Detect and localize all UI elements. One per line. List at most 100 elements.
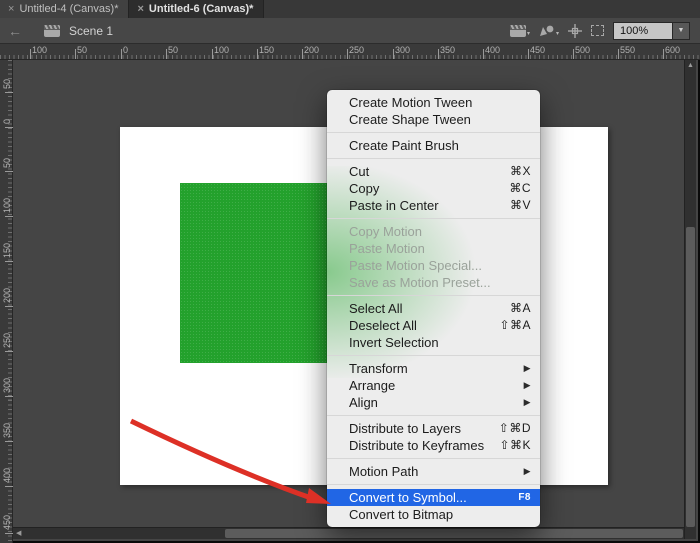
horizontal-scrollbar-thumb[interactable] [225,529,683,538]
menu-item-label: Select All [349,300,510,317]
zoom-level-input[interactable]: 100% [614,23,672,39]
menu-item-invert-selection[interactable]: Invert Selection [327,334,540,351]
scene-breadcrumb[interactable]: Scene 1 [69,24,113,38]
ruler-label: 400 [2,468,12,485]
ruler-major-tick [663,49,664,59]
vertical-scrollbar-thumb[interactable] [686,227,695,527]
horizontal-scrollbar[interactable]: ◀ [13,527,686,539]
ruler-major-tick [166,49,167,59]
back-arrow-icon[interactable]: ← [8,24,22,38]
menu-separator [327,132,540,133]
ruler-label: 350 [2,423,12,440]
menu-item-cut[interactable]: Cut⌘X [327,163,540,180]
menu-item-arrange[interactable]: Arrange▶ [327,377,540,394]
tab-untitled-6[interactable]: × Untitled-6 (Canvas)* [129,0,264,18]
submenu-arrow-icon: ▶ [524,394,531,411]
menu-separator [327,484,540,485]
ruler-label: 600 [665,45,680,55]
menu-item-label: Convert to Bitmap [349,506,531,523]
menu-separator [327,458,540,459]
ruler-label: 450 [530,45,545,55]
ruler-major-tick [5,127,13,128]
ruler-label: 300 [2,378,12,395]
ruler-major-tick [5,261,13,262]
ruler-major-tick [75,49,76,59]
ruler-label: 150 [259,45,274,55]
menu-item-align[interactable]: Align▶ [327,394,540,411]
menu-item-label: Align [349,394,524,411]
ruler-major-tick [5,486,13,487]
application-window: × Untitled-4 (Canvas)* × Untitled-6 (Can… [0,0,700,543]
menu-item-distribute-to-keyframes[interactable]: Distribute to Keyframes⇧⌘K [327,437,540,454]
clip-content-button[interactable] [591,25,604,36]
menu-separator [327,415,540,416]
menu-item-select-all[interactable]: Select All⌘A [327,300,540,317]
close-icon[interactable]: × [137,4,143,15]
ruler-major-tick [212,49,213,59]
ruler-major-tick [302,49,303,59]
symbols-icon [539,24,555,37]
close-icon[interactable]: × [8,4,14,15]
menu-item-motion-path[interactable]: Motion Path▶ [327,463,540,480]
horizontal-ruler[interactable]: 1005005010015020025030035040045050055060… [0,44,700,60]
ruler-label: 0 [2,119,12,126]
menu-item-label: Paste in Center [349,197,510,214]
ruler-major-tick [121,49,122,59]
menu-item-convert-to-bitmap[interactable]: Convert to Bitmap [327,506,540,523]
menu-item-deselect-all[interactable]: Deselect All⇧⌘A [327,317,540,334]
ruler-label: 0 [123,45,128,55]
scene-clapperboard-icon [44,25,60,37]
menu-item-label: Create Paint Brush [349,137,531,154]
ruler-major-tick [30,49,31,59]
ruler-major-tick [347,49,348,59]
ruler-label: 450 [2,515,12,532]
ruler-label: 150 [2,243,12,260]
menu-item-label: Paste Motion Special... [349,257,531,274]
vertical-ruler[interactable]: 50050100150200250300350400450 [0,60,13,543]
dropdown-arrow-icon: ▼ [678,27,685,34]
chevron-down-icon: ▾ [556,30,559,37]
edit-scene-button[interactable]: ▾ [510,25,530,37]
menu-separator [327,158,540,159]
menu-item-shortcut: ⌘A [510,300,531,317]
ruler-major-tick [5,171,13,172]
menu-item-convert-to-symbol[interactable]: Convert to Symbol...F8 [327,489,540,506]
menu-item-distribute-to-layers[interactable]: Distribute to Layers⇧⌘D [327,420,540,437]
ruler-label: 100 [2,198,12,215]
menu-item-copy-motion: Copy Motion [327,223,540,240]
menu-item-label: Invert Selection [349,334,531,351]
menu-item-create-motion-tween[interactable]: Create Motion Tween [327,94,540,111]
ruler-label: 250 [2,333,12,350]
ruler-label: 50 [2,79,12,91]
menu-item-label: Convert to Symbol... [349,489,518,506]
scroll-left-arrow-icon[interactable]: ◀ [16,529,21,537]
clip-bounds-icon [591,25,604,36]
ruler-major-tick [438,49,439,59]
zoom-dropdown-button[interactable]: ▼ [672,23,689,39]
vertical-scrollbar[interactable]: ▲ [684,60,696,539]
tab-untitled-4[interactable]: × Untitled-4 (Canvas)* [0,0,129,18]
menu-item-transform[interactable]: Transform▶ [327,360,540,377]
ruler-major-tick [5,533,13,534]
ruler-major-tick [5,306,13,307]
menu-item-copy[interactable]: Copy⌘C [327,180,540,197]
ruler-label: 500 [575,45,590,55]
menu-item-create-paint-brush[interactable]: Create Paint Brush [327,137,540,154]
clapperboard-icon [510,25,526,37]
menu-item-paste-in-center[interactable]: Paste in Center⌘V [327,197,540,214]
center-frame-button[interactable] [568,24,582,38]
menu-item-shortcut: ⌘X [510,163,531,180]
menu-separator [327,295,540,296]
ruler-label: 300 [395,45,410,55]
ruler-major-tick [5,351,13,352]
ruler-label: 100 [214,45,229,55]
context-menu: Create Motion TweenCreate Shape Tween Cre… [327,90,540,527]
menu-item-shortcut: ⌘V [510,197,531,214]
chevron-down-icon: ▾ [527,30,530,37]
menu-item-create-shape-tween[interactable]: Create Shape Tween [327,111,540,128]
ruler-label: 200 [304,45,319,55]
menu-item-label: Paste Motion [349,240,531,257]
tab-label: Untitled-4 (Canvas)* [19,3,118,15]
edit-symbols-button[interactable]: ▾ [539,24,559,37]
scroll-up-arrow-icon[interactable]: ▲ [687,62,694,69]
